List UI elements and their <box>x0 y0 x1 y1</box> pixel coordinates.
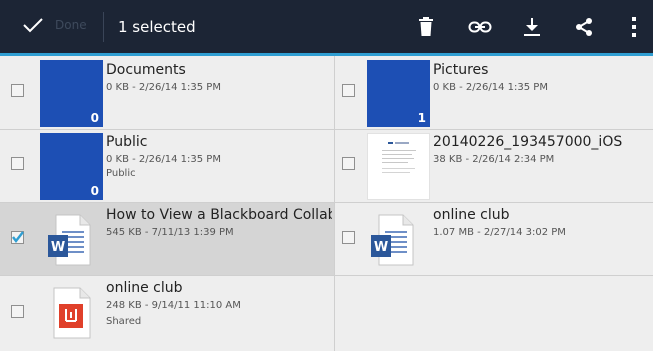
word-document-icon: W <box>48 214 91 266</box>
folder-icon: 1 <box>367 60 430 127</box>
folder-item-count: 0 <box>90 184 99 198</box>
link-icon <box>468 21 492 33</box>
file-meta: 1.07 MB - 2/27/14 3:02 PM <box>433 227 566 238</box>
file-meta: 0 KB - 2/26/14 1:35 PM <box>433 82 548 93</box>
done-button[interactable]: Done <box>0 0 102 53</box>
action-bar-divider <box>103 12 104 42</box>
file-name: 20140226_193457000_iOS <box>433 134 623 150</box>
file-item-documents[interactable]: 0 Documents 0 KB - 2/26/14 1:35 PM <box>0 56 334 129</box>
overflow-menu-icon <box>632 17 636 37</box>
file-meta: 545 KB - 7/11/13 1:39 PM <box>106 227 234 238</box>
file-meta: 248 KB - 9/14/11 11:10 AM <box>106 300 241 311</box>
done-label: Done <box>55 18 87 32</box>
word-file-thumbnail: W <box>363 205 426 272</box>
check-icon <box>23 18 43 33</box>
select-checkbox[interactable] <box>11 84 24 97</box>
overflow-menu-button[interactable] <box>624 13 644 41</box>
file-name: online club <box>106 280 183 296</box>
download-icon <box>524 18 540 36</box>
select-checkbox[interactable] <box>342 157 355 170</box>
grid-divider <box>0 202 653 203</box>
grid-divider <box>334 56 335 351</box>
empty-grid-slot <box>335 276 653 351</box>
file-grid: 0 Documents 0 KB - 2/26/14 1:35 PM 1 Pic… <box>0 56 653 351</box>
document-thumbnail <box>367 133 430 200</box>
grid-divider <box>0 275 653 276</box>
folder-item-count: 0 <box>90 111 99 125</box>
word-document-icon: W <box>371 214 414 266</box>
share-button[interactable] <box>570 13 598 41</box>
download-button[interactable] <box>518 13 546 41</box>
file-meta: 38 KB - 2/26/14 2:34 PM <box>433 154 555 165</box>
file-name: Public <box>106 134 148 150</box>
contextual-action-bar: Done 1 selected <box>0 0 653 56</box>
grid-divider <box>0 129 653 130</box>
folder-icon: 0 <box>40 60 103 127</box>
file-meta: 0 KB - 2/26/14 1:35 PM <box>106 82 221 93</box>
file-item-online-club-doc[interactable]: W online club 1.07 MB - 2/27/14 3:02 PM <box>335 203 653 275</box>
file-name: Pictures <box>433 62 489 78</box>
file-meta: 0 KB - 2/26/14 1:35 PM <box>106 154 221 165</box>
file-item-scan-image[interactable]: 20140226_193457000_iOS 38 KB - 2/26/14 2… <box>335 130 653 202</box>
file-name: online club <box>433 207 510 223</box>
select-checkbox[interactable] <box>342 84 355 97</box>
word-file-thumbnail: W <box>40 205 103 272</box>
delete-button[interactable] <box>412 13 440 41</box>
select-checkbox[interactable] <box>342 231 355 244</box>
pdf-document-icon <box>53 287 91 339</box>
scanned-page-icon <box>382 142 416 173</box>
svg-text:W: W <box>51 240 65 255</box>
select-checkbox-checked[interactable] <box>11 231 24 244</box>
file-name: How to View a Blackboard Collab... <box>106 207 332 223</box>
file-item-public[interactable]: 0 Public 0 KB - 2/26/14 1:35 PM Public <box>0 130 334 202</box>
file-item-pictures[interactable]: 1 Pictures 0 KB - 2/26/14 1:35 PM <box>335 56 653 129</box>
folder-icon: 0 <box>40 133 103 200</box>
folder-item-count: 1 <box>417 111 426 125</box>
sharing-status: Shared <box>106 316 142 327</box>
file-browser-screen: Done 1 selected 0 Documents 0 KB - 2/26/… <box>0 0 653 351</box>
share-icon <box>576 18 592 36</box>
select-checkbox[interactable] <box>11 305 24 318</box>
file-item-how-to-view[interactable]: W How to View a Blackboard Collab... 545… <box>0 203 334 275</box>
file-item-online-club-pdf[interactable]: online club 248 KB - 9/14/11 11:10 AM Sh… <box>0 276 334 351</box>
get-link-button[interactable] <box>464 13 496 41</box>
sharing-status: Public <box>106 168 136 179</box>
pdf-file-thumbnail <box>40 278 103 345</box>
trash-icon <box>419 17 433 36</box>
checkmark-icon <box>12 231 24 243</box>
file-name: Documents <box>106 62 186 78</box>
select-checkbox[interactable] <box>11 157 24 170</box>
selection-count: 1 selected <box>118 18 196 36</box>
svg-text:W: W <box>374 240 388 255</box>
